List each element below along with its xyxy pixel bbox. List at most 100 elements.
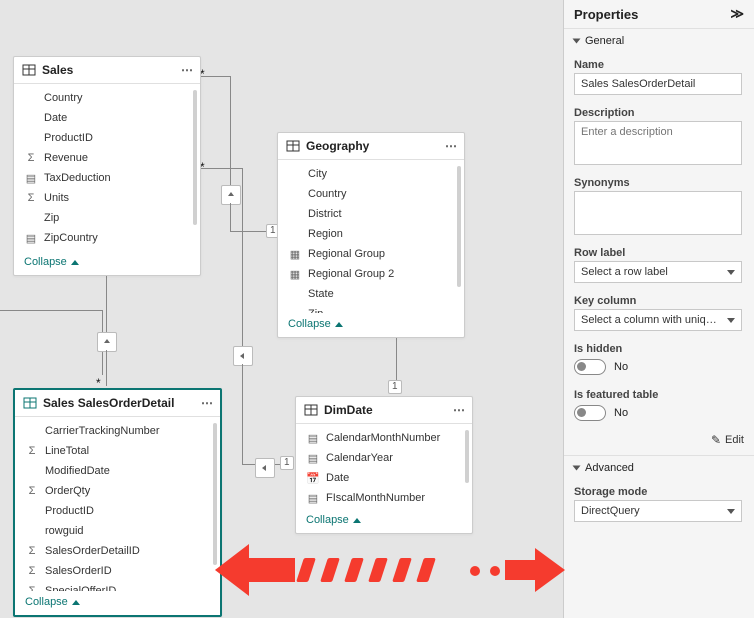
collapse-button[interactable]: Collapse xyxy=(296,509,472,533)
calc-icon: ▤ xyxy=(306,451,320,465)
date-icon: 📅 xyxy=(306,471,320,485)
section-general[interactable]: General xyxy=(564,28,754,53)
field-row[interactable]: ▤CalendarMonthNumber xyxy=(296,428,472,448)
field-label: ModifiedDate xyxy=(45,465,110,477)
table-header[interactable]: DimDate ⋯ xyxy=(296,397,472,424)
field-row[interactable]: ▤FIscalMonthNumber xyxy=(296,488,472,508)
table-fields: City Country District Region ▦Regional G… xyxy=(278,160,464,313)
blank-icon xyxy=(25,464,39,478)
key-column-select[interactable]: Select a column with unique values xyxy=(574,309,742,331)
field-row[interactable]: ΣOrderQty xyxy=(15,481,220,501)
row-label-label: Row label xyxy=(564,241,754,261)
field-label: rowguid xyxy=(45,525,84,537)
blank-icon xyxy=(288,207,302,221)
table-fields: Country Date ProductID ΣRevenue ▤TaxDedu… xyxy=(14,84,200,251)
section-label: Advanced xyxy=(585,462,634,474)
field-row[interactable]: ΣRevenue xyxy=(14,148,200,168)
name-input[interactable] xyxy=(574,73,742,95)
table-sales[interactable]: Sales ⋯ Country Date ProductID ΣRevenue … xyxy=(13,56,201,276)
is-hidden-toggle[interactable] xyxy=(574,359,606,375)
chevron-down-icon xyxy=(727,270,735,275)
table-header[interactable]: Geography ⋯ xyxy=(278,133,464,160)
field-label: ProductID xyxy=(44,132,93,144)
field-row[interactable]: ΣSpecialOfferID xyxy=(15,581,220,591)
sigma-icon: Σ xyxy=(25,484,39,498)
collapse-label: Collapse xyxy=(25,596,68,608)
collapse-button[interactable]: Collapse xyxy=(15,591,220,615)
properties-panel: Properties ≫ General Name Description Sy… xyxy=(563,0,754,618)
scrollbar[interactable] xyxy=(465,430,469,483)
table-dimdate[interactable]: DimDate ⋯ ▤CalendarMonthNumber ▤Calendar… xyxy=(295,396,473,534)
edit-button[interactable]: ✎Edit xyxy=(564,429,754,455)
chevron-up-icon xyxy=(72,600,80,605)
field-row[interactable]: ΣSalesOrderID xyxy=(15,561,220,581)
field-row[interactable]: Country xyxy=(14,88,200,108)
field-row[interactable]: 📅 Date xyxy=(296,468,472,488)
chevron-up-icon xyxy=(71,260,79,265)
scrollbar[interactable] xyxy=(457,166,461,287)
field-row[interactable]: ▤ZipCountry xyxy=(14,228,200,248)
blank-icon xyxy=(288,187,302,201)
field-row[interactable]: CarrierTrackingNumber xyxy=(15,421,220,441)
field-row[interactable]: District xyxy=(278,204,464,224)
blank-icon xyxy=(24,111,38,125)
sigma-icon: Σ xyxy=(25,544,39,558)
field-row[interactable]: ΣUnits xyxy=(14,188,200,208)
field-row[interactable]: ▤CalendarYear xyxy=(296,448,472,468)
field-row[interactable]: ΣLineTotal xyxy=(15,441,220,461)
field-row[interactable]: ▦Regional Group xyxy=(278,244,464,264)
field-row[interactable]: Date xyxy=(14,108,200,128)
field-row[interactable]: Zip xyxy=(278,304,464,313)
description-input[interactable] xyxy=(574,121,742,165)
table-header[interactable]: Sales ⋯ xyxy=(14,57,200,84)
is-hidden-label: Is hidden xyxy=(564,337,754,357)
collapse-label: Collapse xyxy=(288,318,331,330)
field-label: SalesOrderDetailID xyxy=(45,545,140,557)
blank-icon xyxy=(288,227,302,241)
field-row[interactable]: State xyxy=(278,284,464,304)
table-sales-order-detail[interactable]: Sales SalesOrderDetail ⋯ CarrierTracking… xyxy=(13,388,222,617)
sigma-icon: Σ xyxy=(24,151,38,165)
field-row[interactable]: rowguid xyxy=(15,521,220,541)
table-header[interactable]: Sales SalesOrderDetail ⋯ xyxy=(15,390,220,417)
annotation-arrow-left xyxy=(215,540,295,600)
synonyms-label: Synonyms xyxy=(564,171,754,191)
select-value: DirectQuery xyxy=(581,505,640,517)
field-row[interactable]: ▦Regional Group 2 xyxy=(278,264,464,284)
field-row[interactable]: City xyxy=(278,164,464,184)
row-label-select[interactable]: Select a row label xyxy=(574,261,742,283)
table-menu-icon[interactable]: ⋯ xyxy=(445,139,458,153)
table-title: Sales xyxy=(42,63,175,77)
collapse-label: Collapse xyxy=(306,514,349,526)
field-row[interactable]: ProductID xyxy=(15,501,220,521)
table-title: DimDate xyxy=(324,403,447,417)
field-label: Date xyxy=(326,472,349,484)
storage-mode-select[interactable]: DirectQuery xyxy=(574,500,742,522)
calc-icon: ▤ xyxy=(306,491,320,505)
section-advanced[interactable]: Advanced xyxy=(564,455,754,480)
field-row[interactable]: Region xyxy=(278,224,464,244)
table-geography[interactable]: Geography ⋯ City Country District Region… xyxy=(277,132,465,338)
chevron-down-icon xyxy=(573,39,581,44)
table-menu-icon[interactable]: ⋯ xyxy=(181,63,194,77)
field-label: SpecialOfferID xyxy=(45,585,116,591)
is-featured-toggle[interactable] xyxy=(574,405,606,421)
field-row[interactable]: ProductID xyxy=(14,128,200,148)
field-row[interactable]: Zip xyxy=(14,208,200,228)
edit-label: Edit xyxy=(725,434,744,446)
collapse-button[interactable]: Collapse xyxy=(278,313,464,337)
field-row[interactable]: ModifiedDate xyxy=(15,461,220,481)
scrollbar[interactable] xyxy=(193,90,197,225)
field-row[interactable]: Country xyxy=(278,184,464,204)
synonyms-input[interactable] xyxy=(574,191,742,235)
sigma-icon: Σ xyxy=(25,564,39,578)
field-row[interactable]: ▤TaxDeduction xyxy=(14,168,200,188)
collapse-panel-icon[interactable]: ≫ xyxy=(730,6,744,22)
field-label: LineTotal xyxy=(45,445,89,457)
table-menu-icon[interactable]: ⋯ xyxy=(453,403,466,417)
table-menu-icon[interactable]: ⋯ xyxy=(201,396,214,410)
field-row[interactable]: Σ SalesOrderDetailID xyxy=(15,541,220,561)
collapse-button[interactable]: Collapse xyxy=(14,251,200,275)
table-icon xyxy=(286,139,300,153)
blank-icon xyxy=(24,91,38,105)
